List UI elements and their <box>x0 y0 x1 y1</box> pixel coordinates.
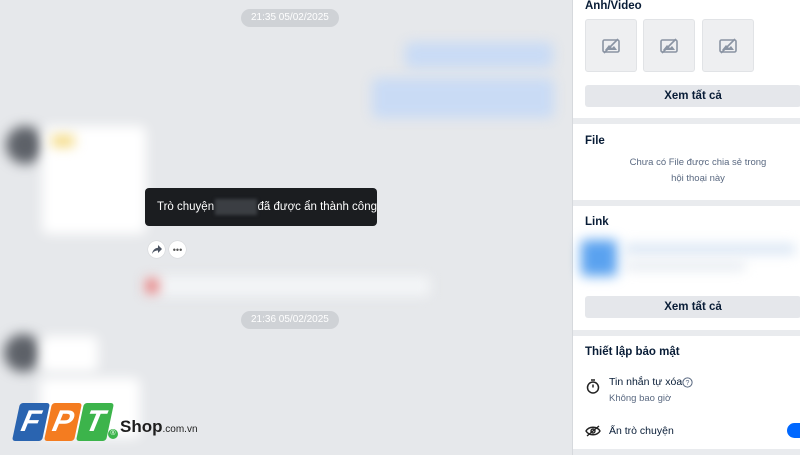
hide-chat-label[interactable]: Ẩn trò chuyện <box>609 425 674 437</box>
auto-delete-label[interactable]: Tin nhắn tự xóa <box>609 376 682 388</box>
security-section: Thiết lập bảo mật Tin nhắn tự xóa ? Khôn… <box>573 336 800 449</box>
media-section: Ảnh/Video Xem tất cả <box>573 0 800 118</box>
registered-mark: ® <box>108 429 118 439</box>
ellipsis-icon: ••• <box>172 244 183 255</box>
file-empty-line: hội thoại này <box>671 173 725 184</box>
hidden-chat-toast: Trò chuyện đã được ẩn thành công <box>145 188 377 226</box>
auto-delete-value: Không bao giờ <box>609 393 672 404</box>
more-options-button[interactable]: ••• <box>169 241 186 258</box>
share-message-button[interactable] <box>148 241 165 258</box>
media-thumbnail[interactable] <box>643 19 695 72</box>
media-thumbnail[interactable] <box>702 19 754 72</box>
avatar <box>6 126 44 164</box>
incoming-message-blurred <box>40 336 98 372</box>
timestamp-pill: 21:36 05/02/2025 <box>241 311 339 329</box>
media-view-all-button[interactable]: Xem tất cả <box>585 85 800 107</box>
outgoing-message-blurred <box>405 42 553 68</box>
emoji-blurred <box>52 136 74 146</box>
quoted-message-blurred <box>145 276 430 296</box>
media-thumbnail[interactable] <box>585 19 637 72</box>
timer-icon <box>586 379 600 394</box>
quote-marker-blurred <box>146 279 158 293</box>
chat-area: 21:35 05/02/2025 Trò chuyện đã được ẩn t… <box>0 0 572 455</box>
conversation-info-panel: Ảnh/Video Xem tất cả File Chưa có File đ… <box>572 0 800 455</box>
broken-image-icon <box>602 37 620 54</box>
brand-name: Shop <box>120 417 163 436</box>
link-section-title: Link <box>585 216 609 228</box>
link-view-all-button[interactable]: Xem tất cả <box>585 296 800 318</box>
share-arrow-icon <box>151 245 162 254</box>
file-section-title: File <box>585 135 605 147</box>
shop-wordmark: Shop.com.vn <box>120 417 198 437</box>
outgoing-message-blurred <box>372 78 554 118</box>
hide-chat-toggle[interactable] <box>787 423 800 438</box>
file-empty-note: Chưa có File được chia sẻ trong hội thoạ… <box>613 155 783 187</box>
link-title-blurred <box>625 244 795 254</box>
toast-prefix: Trò chuyện <box>157 201 215 213</box>
media-section-title: Ảnh/Video <box>585 0 642 12</box>
eye-off-icon <box>585 425 601 437</box>
help-icon[interactable]: ? <box>682 377 693 388</box>
link-url-blurred <box>625 262 745 270</box>
timestamp-pill: 21:35 05/02/2025 <box>241 9 339 27</box>
fpt-shop-logo: F P T ® Shop.com.vn <box>11 403 198 443</box>
broken-image-icon <box>719 37 737 54</box>
link-thumbnail-blurred <box>581 240 617 276</box>
toast-suffix: đã được ẩn thành công <box>257 201 377 213</box>
link-section: Link Xem tất cả <box>573 206 800 330</box>
file-empty-line: Chưa có File được chia sẻ trong <box>629 157 767 168</box>
broken-image-icon <box>660 37 678 54</box>
security-section-title: Thiết lập bảo mật <box>585 346 680 358</box>
svg-text:?: ? <box>686 380 690 387</box>
brand-domain: .com.vn <box>162 424 198 435</box>
avatar <box>4 334 42 372</box>
redacted-contact-name <box>215 199 257 215</box>
